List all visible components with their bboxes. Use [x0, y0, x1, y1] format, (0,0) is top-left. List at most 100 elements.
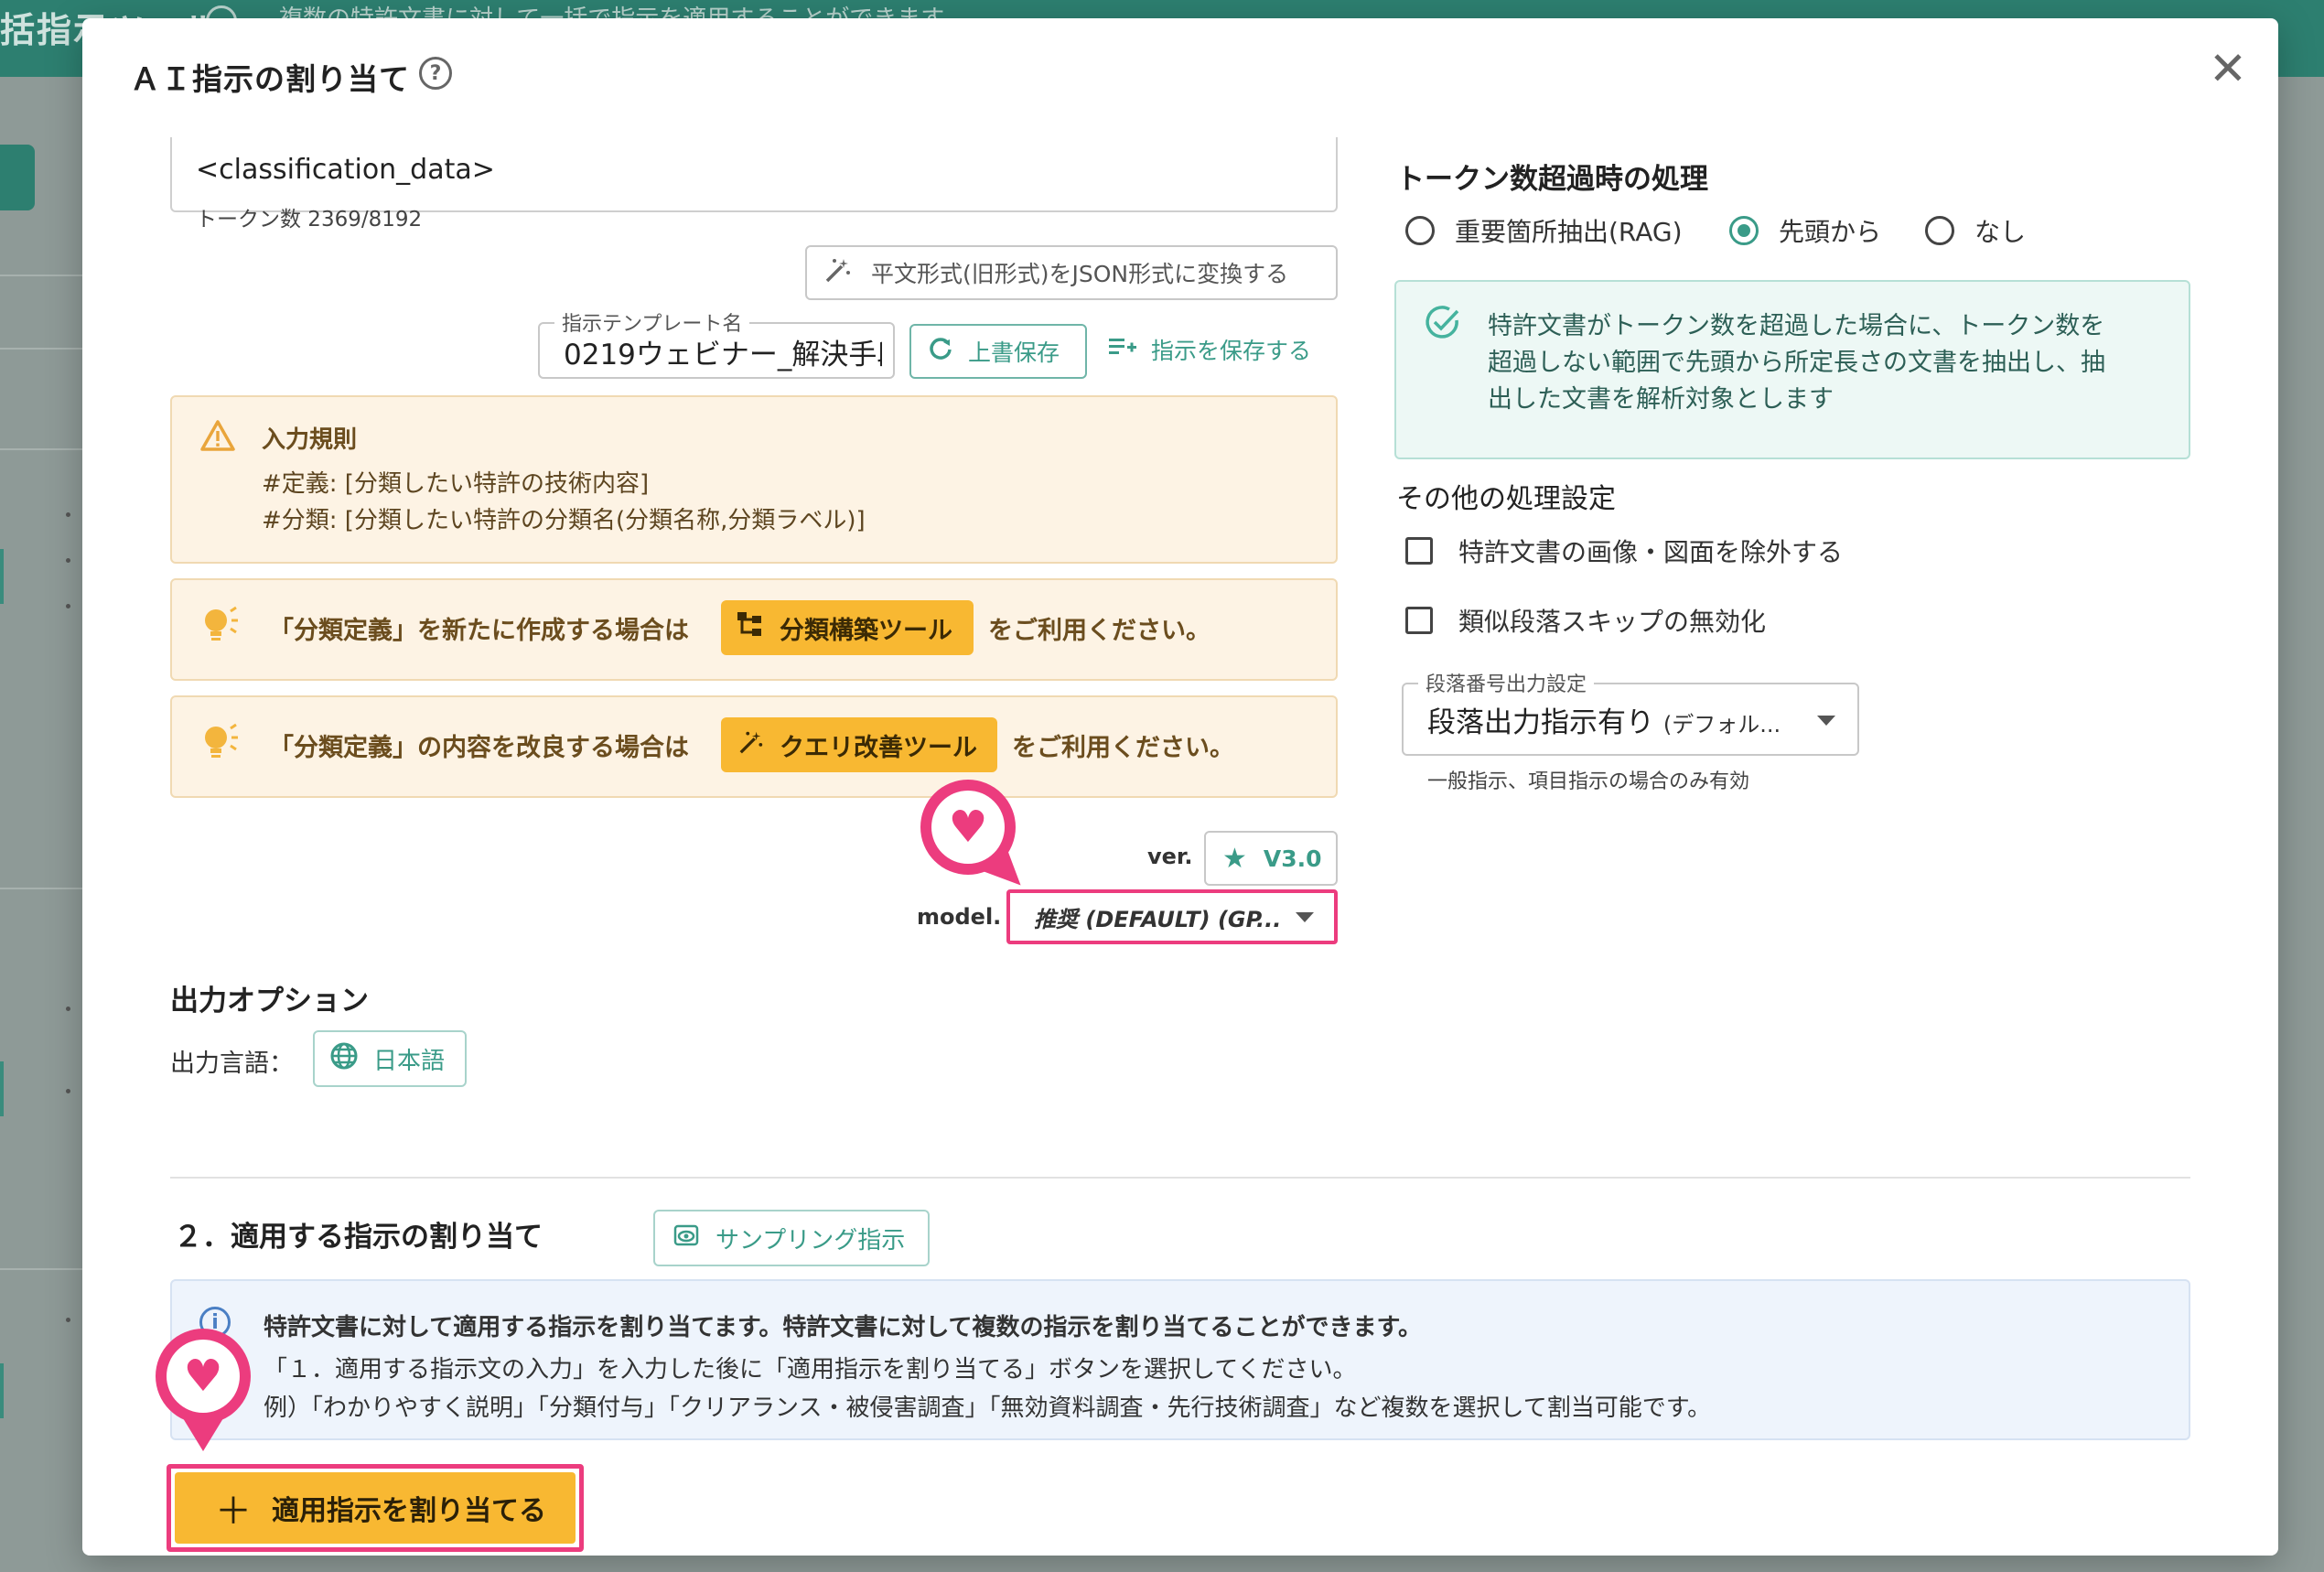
- output-language-value: 日本語: [373, 1047, 446, 1075]
- chevron-down-icon: [1296, 911, 1314, 922]
- sampling-instruction-label: サンプリング指示: [715, 1226, 906, 1254]
- background-dot: [66, 1318, 70, 1322]
- version-value: V3.0: [1263, 845, 1322, 872]
- checkbox[interactable]: [1405, 607, 1433, 634]
- assign-instruction-inner[interactable]: ＋ 適用指示を割り当てる: [175, 1472, 576, 1544]
- output-options-title: 出力オプション: [170, 985, 369, 1017]
- background-marker: [0, 1061, 4, 1116]
- version-button[interactable]: ★ V3.0: [1204, 831, 1338, 886]
- tree-structure-icon: [737, 611, 765, 644]
- section2-info-line: 例）「わかりやすく説明」「分類付与」「クリアランス・被侵害調査」「無効資料調査・…: [264, 1394, 1712, 1422]
- background-divider: [0, 348, 82, 350]
- paragraph-number-label: 段落番号出力設定: [1418, 668, 1595, 697]
- section2-title: ２．適用する指示の割り当て: [174, 1221, 543, 1254]
- background-dot: [66, 558, 70, 563]
- radio-rag[interactable]: 重要箇所抽出(RAG): [1405, 212, 1683, 249]
- radio-button-selected[interactable]: [1729, 216, 1759, 245]
- heart-icon: ♥: [931, 791, 1005, 864]
- refresh-icon: [928, 336, 953, 367]
- radio-button[interactable]: [1925, 216, 1954, 245]
- section-divider: [170, 1177, 2190, 1179]
- tip-create-prefix: 「分類定義」を新たに作成する場合は: [269, 617, 689, 645]
- background-marker: [0, 1363, 4, 1418]
- radio-from-start-label: 先頭から: [1779, 217, 1882, 247]
- magic-wand-icon: [737, 728, 765, 762]
- background-dot: [66, 512, 70, 517]
- background-divider: [0, 275, 82, 276]
- paragraph-number-value-note: (デフォル...: [1662, 712, 1781, 738]
- warning-icon: [199, 419, 236, 456]
- radio-none-label: なし: [1974, 217, 2027, 247]
- paragraph-number-value: 段落出力指示有り (デフォル...: [1427, 699, 1781, 740]
- chevron-down-icon[interactable]: [1817, 716, 1835, 726]
- background-dot: [66, 1007, 70, 1011]
- radio-rag-label: 重要箇所抽出(RAG): [1455, 217, 1683, 247]
- lightbulb-icon: [199, 721, 240, 767]
- lightbulb-icon: [199, 604, 240, 650]
- playlist-add-icon: [1109, 335, 1136, 364]
- save-instruction-button[interactable]: 指示を保存する: [1109, 333, 1311, 366]
- section2-info-line: 特許文書に対して適用する指示を割り当てます。特許文書に対して複数の指示を割り当て…: [264, 1314, 1422, 1341]
- save-instruction-label: 指示を保存する: [1151, 338, 1312, 364]
- token-overflow-info-line: 超過しない範囲で先頭から所定長さの文書を抽出し、抽: [1488, 349, 2105, 377]
- paragraph-number-value-main: 段落出力指示有り: [1427, 706, 1654, 739]
- exclude-images-label: 特許文書の画像・図面を除外する: [1458, 537, 1844, 567]
- token-count: トークン数 2369/8192: [196, 208, 423, 231]
- sampling-instruction-button[interactable]: サンプリング指示: [653, 1210, 930, 1266]
- query-improvement-label: クエリ改善ツール: [780, 733, 977, 762]
- tip-improve-prefix: 「分類定義」の内容を改良する場合は: [269, 734, 689, 762]
- radio-none[interactable]: なし: [1925, 212, 2026, 249]
- magic-wand-icon: [823, 255, 853, 290]
- background-marker: [0, 549, 4, 604]
- radio-button[interactable]: [1405, 216, 1435, 245]
- overwrite-save-button[interactable]: 上書保存: [909, 324, 1087, 379]
- model-value: 推奨 (DEFAULT) (GP...: [1034, 906, 1282, 932]
- paragraph-number-helper: 一般指示、項目指示の場合のみ有効: [1427, 770, 1750, 793]
- convert-to-json-label: 平文形式(旧形式)をJSON形式に変換する: [871, 261, 1289, 287]
- output-language-label: 出力言語：: [170, 1050, 294, 1078]
- token-overflow-title: トークン数超過時の処理: [1396, 163, 1708, 196]
- heart-icon: ♥: [167, 1340, 240, 1413]
- version-label: ver.: [1147, 844, 1193, 869]
- convert-to-json-button[interactable]: 平文形式(旧形式)をJSON形式に変換する: [805, 245, 1338, 300]
- checkbox[interactable]: [1405, 537, 1433, 565]
- exclude-images-checkbox-row[interactable]: 特許文書の画像・図面を除外する: [1405, 533, 1843, 569]
- tip-improve-suffix: をご利用ください。: [1012, 734, 1234, 762]
- template-name-value[interactable]: 0219ウェビナー_解決手段: [564, 331, 882, 372]
- background-dot: [66, 1089, 70, 1093]
- classification-builder-label: 分類構築ツール: [780, 616, 952, 645]
- section2-info-line: 「１．適用する指示文の入力」を入力した後に「適用指示を割り当てる」ボタンを選択し…: [264, 1356, 1357, 1384]
- background-divider: [0, 888, 82, 889]
- disable-skip-label: 類似段落スキップの無効化: [1458, 607, 1767, 637]
- background-dot: [66, 604, 70, 608]
- query-improvement-button[interactable]: クエリ改善ツール: [721, 717, 997, 772]
- eye-icon: [673, 1224, 699, 1253]
- token-overflow-info-line: 特許文書がトークン数を超過した場合に、トークン数を: [1488, 312, 2105, 340]
- token-overflow-info-line: 出した文書を解析対象とします: [1488, 385, 1834, 414]
- disable-skip-checkbox-row[interactable]: 類似段落スキップの無効化: [1405, 602, 1766, 639]
- ai-instruction-modal: ＡＩ指示の割り当て ? ✕ <classification_data> トークン…: [82, 18, 2278, 1556]
- modal-title: ＡＩ指示の割り当て: [130, 61, 410, 97]
- input-rules-title: 入力規則: [262, 426, 358, 454]
- other-settings-title: その他の処理設定: [1396, 483, 1616, 515]
- background-divider: [0, 1268, 82, 1270]
- close-icon[interactable]: ✕: [2205, 46, 2251, 92]
- plus-icon: ＋: [215, 1491, 252, 1533]
- background-side-button: [0, 145, 35, 210]
- tip-create-suffix: をご利用ください。: [988, 617, 1210, 645]
- classification-builder-button[interactable]: 分類構築ツール: [721, 600, 974, 655]
- radio-from-start[interactable]: 先頭から: [1729, 212, 1881, 249]
- star-icon: ★: [1222, 842, 1247, 875]
- globe-icon: [329, 1041, 359, 1077]
- check-circle-icon: [1424, 304, 1462, 346]
- background-divider: [0, 448, 82, 450]
- assign-instruction-button[interactable]: ＋ 適用指示を割り当てる: [167, 1464, 584, 1552]
- input-rule-line: #定義: [分類したい特許の技術内容]: [262, 470, 650, 498]
- help-circle-icon[interactable]: ?: [419, 57, 452, 90]
- pin-marker-tail: [183, 1418, 223, 1451]
- model-select[interactable]: 推奨 (DEFAULT) (GP...: [1006, 889, 1338, 944]
- overwrite-save-label: 上書保存: [968, 339, 1060, 366]
- model-label: model.: [917, 904, 1002, 930]
- input-rule-line: #分類: [分類したい特許の分類名(分類名称,分類ラベル)]: [262, 507, 866, 534]
- output-language-button[interactable]: 日本語: [313, 1030, 467, 1087]
